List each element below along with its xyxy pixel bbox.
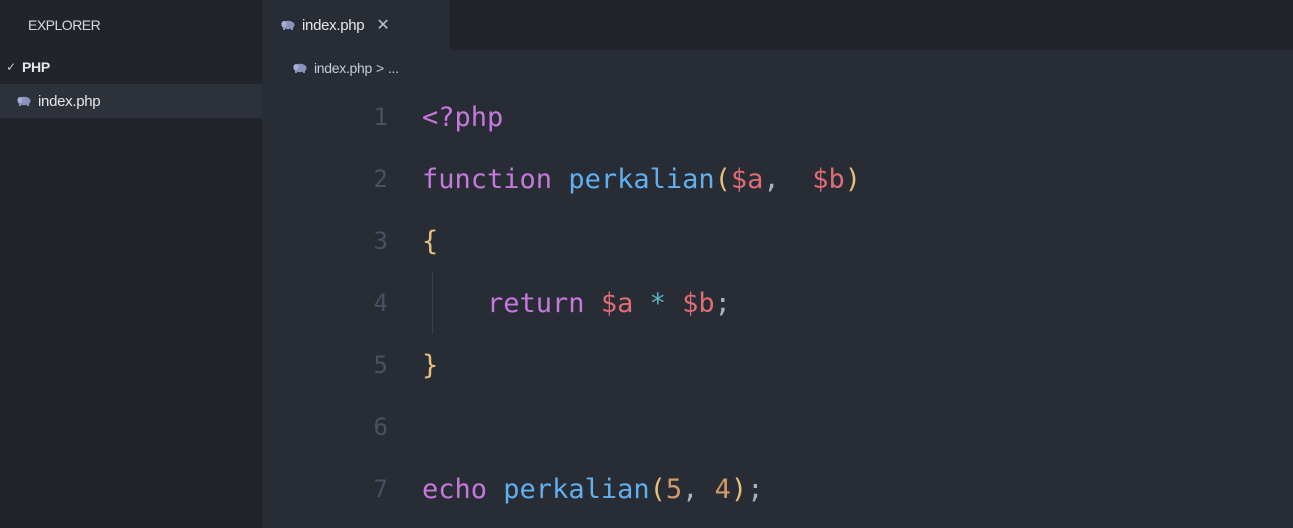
line-number: 7 — [373, 475, 388, 503]
line-number: 5 — [373, 351, 388, 379]
code-token: } — [422, 349, 439, 381]
code-content: return $a * $b; — [388, 288, 731, 319]
code-token: 5 — [665, 473, 683, 505]
code-line[interactable]: 6 — [262, 396, 1293, 458]
code-content: function perkalian($a, $b) — [388, 164, 861, 195]
code-content: <?php — [388, 102, 503, 133]
line-number: 1 — [373, 103, 388, 131]
line-number: 3 — [373, 227, 388, 255]
tab-bar: index.php ✕ — [262, 0, 1293, 50]
breadcrumb-ellipsis[interactable]: ... — [388, 60, 399, 76]
line-number: 6 — [373, 413, 388, 441]
php-elephant-icon — [16, 96, 32, 106]
code-token: , — [763, 163, 813, 195]
code-token: $b — [682, 287, 715, 319]
line-number: 4 — [373, 289, 388, 317]
file-label: index.php — [38, 92, 101, 110]
code-token: 4 — [714, 473, 731, 505]
close-icon[interactable]: ✕ — [376, 15, 389, 35]
tab-index-php[interactable]: index.php ✕ — [262, 0, 450, 50]
code-token: $a — [730, 163, 764, 195]
folder-php[interactable]: ✓ PHP — [0, 50, 262, 84]
tab-label: index.php — [302, 16, 365, 34]
code-token: ; — [714, 287, 731, 319]
code-line[interactable]: 5} — [262, 334, 1293, 396]
code-token: ; — [747, 473, 764, 505]
file-item-index-php[interactable]: index.php — [0, 84, 262, 118]
editor-pane: index.php ✕ index.php > ... 1 <?php 2 funct… — [262, 0, 1293, 528]
line-number: 2 — [373, 165, 388, 193]
code-token: $b — [812, 163, 845, 195]
code-token: perkalian — [503, 473, 650, 505]
explorer-title: EXPLORER — [28, 17, 101, 33]
code-token: { — [422, 225, 439, 257]
php-elephant-icon — [292, 63, 308, 73]
folder-label: PHP — [22, 59, 50, 75]
breadcrumb-file[interactable]: index.php — [314, 60, 372, 76]
php-elephant-icon — [280, 20, 296, 30]
code-token: ) — [844, 163, 861, 195]
code-token: , — [682, 473, 715, 505]
code-token: $a — [600, 287, 634, 319]
explorer-sidebar: EXPLORER ✓ PHP index.php — [0, 0, 262, 528]
indent-guide — [432, 272, 433, 334]
code-line[interactable]: 7 echo perkalian(5, 4); — [262, 458, 1293, 520]
breadcrumb-separator: > — [376, 60, 384, 76]
code-content: } — [388, 350, 438, 381]
code-token: function — [422, 163, 553, 195]
code-line[interactable]: 2 function perkalian($a, $b) — [262, 148, 1293, 210]
code-token: return — [487, 287, 585, 319]
code-token: ) — [730, 473, 748, 505]
code-line[interactable]: 3{ — [262, 210, 1293, 272]
code-content: echo perkalian(5, 4); — [388, 474, 763, 505]
code-token: perkalian — [568, 163, 715, 195]
code-line[interactable]: 4 return $a * $b; — [262, 272, 1293, 334]
code-token: * — [649, 287, 666, 319]
code-area[interactable]: 1 <?php 2 function perkalian($a, $b) 3{4 ret… — [262, 86, 1293, 520]
code-content: { — [388, 226, 438, 257]
code-token: echo — [422, 473, 488, 505]
code-token: ( — [714, 163, 731, 195]
code-token: ( — [649, 473, 666, 505]
breadcrumb: index.php > ... — [262, 50, 1293, 86]
code-line[interactable]: 1 <?php — [262, 86, 1293, 148]
chevron-down-icon: ✓ — [6, 60, 16, 74]
editor-window: EXPLORER ✓ PHP index.php index.php ✕ ind… — [0, 0, 1293, 528]
code-token: <?php — [422, 101, 504, 133]
